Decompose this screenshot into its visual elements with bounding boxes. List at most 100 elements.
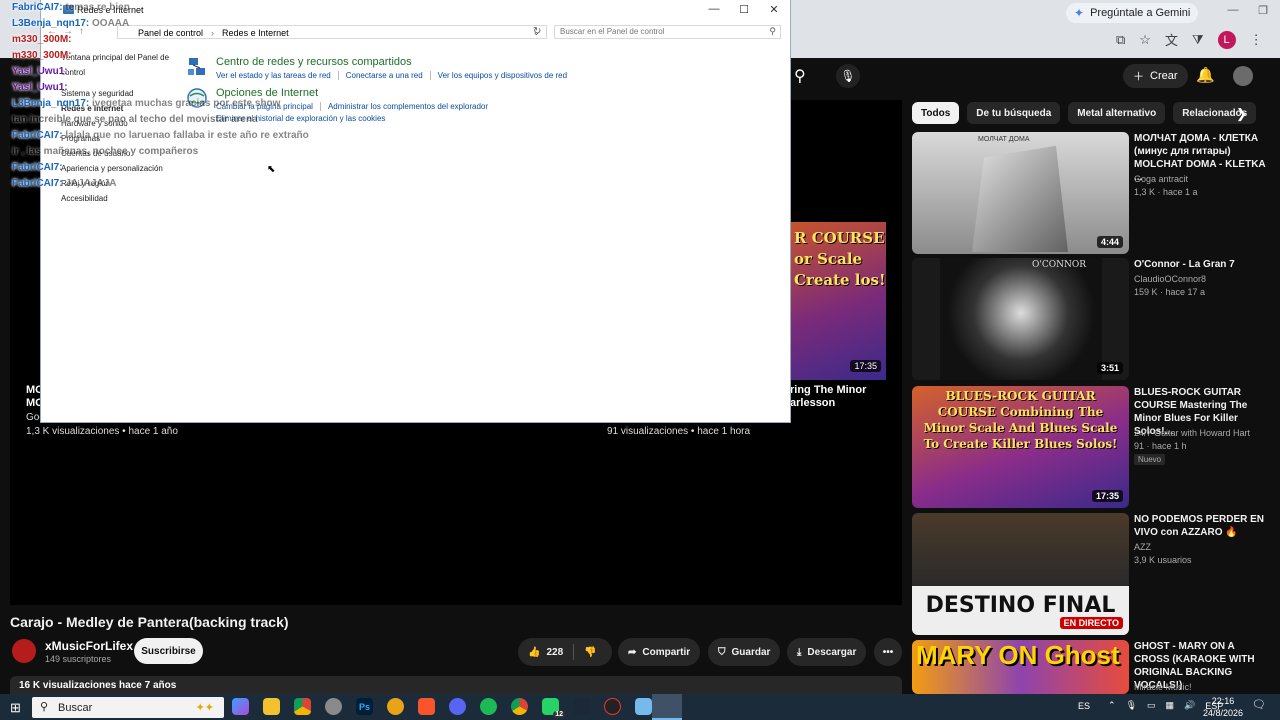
video-thumbnail[interactable]: МОЛЧАТ ДОМА 4:44: [912, 132, 1129, 254]
recommendation-item[interactable]: МОЛЧАТ ДОМА 4:44 МОЛЧАТ ДОМА - КЛЕТКА (м…: [912, 132, 1272, 254]
recommendation-channel[interactable]: 24/7 Guitar with Howard Hart: [1134, 428, 1250, 438]
chat-username: FabriCAI7:: [12, 130, 63, 141]
file-explorer-icon[interactable]: [263, 698, 280, 715]
recommendation-item[interactable]: BLUES-ROCK GUITAR COURSE Combining The M…: [912, 386, 1272, 508]
user-avatar[interactable]: [1233, 66, 1253, 86]
channel-avatar[interactable]: [12, 639, 36, 663]
taskbar-apps: Ps 12: [232, 698, 652, 718]
section-link[interactable]: Ver los equipos y dispositivos de red: [438, 71, 574, 80]
bookmark-star-icon[interactable]: ☆: [1139, 32, 1151, 48]
control-panel-icon[interactable]: [635, 698, 652, 715]
microphone-icon[interactable]: 🎙: [1126, 700, 1137, 711]
chrome-icon[interactable]: [294, 698, 311, 715]
chevron-up-icon[interactable]: ⌃: [1108, 700, 1116, 711]
like-icon[interactable]: 👍: [528, 647, 540, 658]
recommendation-title[interactable]: O'Connor - La Gran 7: [1134, 258, 1272, 271]
whatsapp-icon[interactable]: 12: [542, 698, 565, 718]
recommendation-item[interactable]: MARY ON Ghost GHOST - MARY ON A CROSS (K…: [912, 640, 1272, 694]
video-thumbnail[interactable]: BLUES-ROCK GUITAR COURSE Combining The M…: [912, 386, 1129, 508]
chat-username: Yasl_Uwu1:: [12, 82, 68, 93]
taskbar-search-input[interactable]: Buscar ✦✦: [32, 697, 224, 718]
video-thumbnail[interactable]: MARY ON Ghost: [912, 640, 1129, 694]
extensions-icon[interactable]: ⧩: [1192, 32, 1204, 48]
maximize-icon[interactable]: ☐: [729, 3, 759, 17]
description-views[interactable]: 16 K visualizaciones hace 7 años: [10, 676, 902, 694]
recommendation-meta: 1,3 K · hace 1 a: [1134, 187, 1198, 197]
chip-metal-alternativo[interactable]: Metal alternativo: [1068, 102, 1166, 124]
dislike-icon[interactable]: 👎: [584, 647, 596, 658]
search-input[interactable]: Buscar en el Panel de control ⚲: [554, 25, 781, 39]
create-button[interactable]: ＋ Crear: [1123, 64, 1188, 88]
recommendation-item[interactable]: DESTINO FINAL EN DIRECTO NO PODEMOS PERD…: [912, 513, 1272, 635]
maximize-icon[interactable]: ❐: [1248, 4, 1278, 20]
search-icon[interactable]: ⚲: [794, 66, 806, 86]
chat-username: L3Benja_nqn17:: [12, 18, 90, 29]
divider: [573, 644, 575, 660]
download-button[interactable]: ⤓ Descargar: [787, 638, 867, 666]
chat-username: FabriCAI7:: [12, 178, 63, 189]
app-icon[interactable]: [387, 698, 404, 715]
chat-message: FabriCAI7: lalala que no laruenao fallab…: [12, 128, 312, 144]
profile-avatar[interactable]: L: [1217, 30, 1236, 49]
share-button[interactable]: ➦ Compartir: [618, 638, 701, 666]
taskbar-clock[interactable]: 22:16 24/8/2026: [1200, 695, 1246, 719]
windows-start-icon[interactable]: ⊞: [10, 700, 21, 716]
endcard-title-right[interactable]: ring The Minor arlesson: [790, 384, 890, 410]
gemini-button[interactable]: ✦ Pregúntale a Gemini: [1066, 3, 1199, 23]
endcard-title-left[interactable]: MO MO: [26, 384, 42, 410]
notifications-icon[interactable]: 🗨: [1252, 698, 1266, 711]
discord-icon[interactable]: [449, 698, 466, 715]
like-count[interactable]: 228: [546, 647, 563, 658]
brave-icon[interactable]: [418, 698, 435, 715]
chip-todos[interactable]: Todos: [912, 102, 960, 124]
language-indicator[interactable]: ES: [1078, 701, 1090, 711]
recommendation-channel[interactable]: ClaudioOConnor8: [1134, 274, 1206, 284]
recommendation-channel[interactable]: Goga antracit: [1134, 174, 1188, 184]
section-link[interactable]: Conectarse a una red: [346, 71, 431, 80]
close-icon[interactable]: ✕: [759, 3, 789, 17]
obs-icon[interactable]: [604, 698, 621, 715]
like-dislike-group: 👍 228 👎: [518, 638, 612, 666]
nav-item[interactable]: Accesibilidad: [61, 193, 181, 208]
duration-badge: 4:44: [1096, 236, 1123, 248]
steam-icon[interactable]: [573, 698, 590, 715]
channel-name[interactable]: xMusicForLifex: [45, 639, 133, 653]
portrait-image: [940, 258, 1102, 380]
display-icon[interactable]: ▭: [1147, 700, 1156, 711]
subscribe-button[interactable]: Suscribirse: [134, 638, 203, 664]
chip-de-tu-busqueda[interactable]: De tu búsqueda: [967, 102, 1061, 124]
chat-message: ir , las mañanas, nochee y compañeros: [12, 144, 312, 160]
minimize-icon[interactable]: —: [699, 3, 729, 17]
recommendation-channel[interactable]: AZZ: [1134, 542, 1151, 552]
share-icon: ➦: [628, 646, 637, 658]
endcard-thumbnail[interactable]: R COURSE or Scale Create los! 17:35: [790, 222, 886, 380]
more-icon: •••: [882, 646, 894, 658]
network-icon[interactable]: ▦: [1166, 700, 1175, 711]
refresh-icon[interactable]: ↻: [533, 26, 541, 37]
translate-icon[interactable]: 文: [1165, 30, 1178, 49]
copilot-icon[interactable]: [232, 698, 249, 715]
video-thumbnail[interactable]: DESTINO FINAL EN DIRECTO: [912, 513, 1129, 635]
chat-text: ir , las mañanas, nochee y compañeros: [12, 146, 199, 157]
minimize-icon[interactable]: —: [1218, 4, 1248, 20]
save-button[interactable]: ⛉ Guardar: [708, 638, 781, 666]
app-icon[interactable]: [325, 698, 342, 715]
search-icon[interactable]: ⚲: [769, 26, 776, 37]
notifications-bell-icon[interactable]: 🔔: [1196, 66, 1215, 84]
recommendation-item[interactable]: O'CONNOR 3:51 O'Connor - La Gran 7 Claud…: [912, 258, 1272, 380]
cast-icon[interactable]: ⧉: [1116, 32, 1125, 48]
recommendation-title[interactable]: NO PODEMOS PERDER EN VIVO con AZZARO 🔥: [1134, 513, 1272, 539]
clock-date: 24/8/2026: [1202, 708, 1244, 718]
photoshop-icon[interactable]: Ps: [356, 698, 373, 715]
video-thumbnail[interactable]: O'CONNOR 3:51: [912, 258, 1129, 380]
volume-icon[interactable]: 🔊: [1184, 700, 1195, 711]
spotify-icon[interactable]: [480, 698, 497, 715]
recommendation-meta: 3,9 K usuarios: [1134, 555, 1192, 565]
chevron-right-icon[interactable]: ❯: [1236, 106, 1247, 122]
microphone-icon[interactable]: 🎙: [836, 64, 860, 88]
section-link[interactable]: Administrar los complementos del explora…: [328, 102, 495, 111]
chrome-icon[interactable]: [511, 698, 528, 715]
recommendation-channel[interactable]: Miracle Music!: [1134, 682, 1192, 692]
more-actions-button[interactable]: •••: [874, 638, 902, 666]
chrome-menu-icon[interactable]: ⋮: [1250, 32, 1263, 48]
